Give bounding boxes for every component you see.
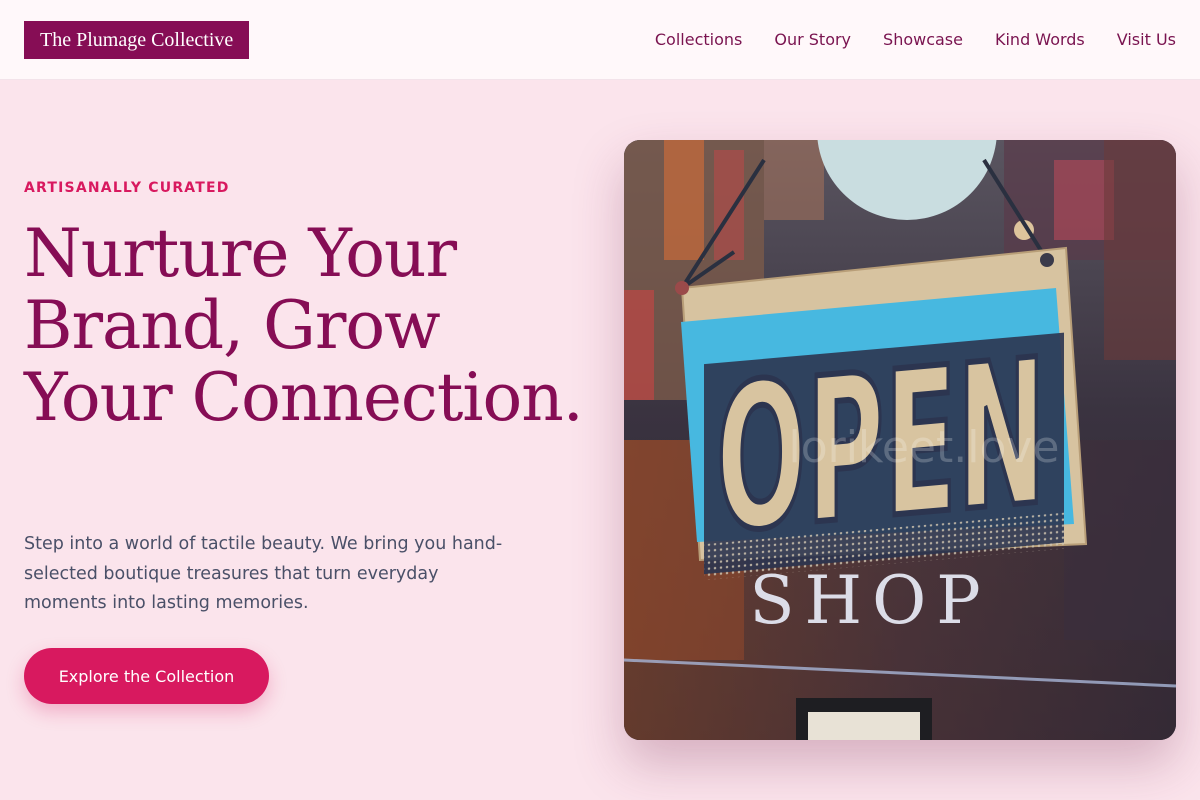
nav-link-our-story[interactable]: Our Story xyxy=(774,30,851,49)
site-header: The Plumage Collective Collections Our S… xyxy=(0,0,1200,80)
hero-eyebrow: ARTISANALLY CURATED xyxy=(24,180,230,196)
window-shop-text: SHOP xyxy=(749,562,990,639)
brand-logo[interactable]: The Plumage Collective xyxy=(24,20,250,59)
hero-image: OPEN lorikeet.love SHOP xyxy=(624,140,1176,740)
open-sign-photo: OPEN lorikeet.love SHOP xyxy=(624,140,1176,740)
hero-description: Step into a world of tactile beauty. We … xyxy=(24,534,503,613)
nav-link-kind-words[interactable]: Kind Words xyxy=(995,30,1085,49)
image-watermark: lorikeet.love xyxy=(788,422,1059,473)
explore-collection-button[interactable]: Explore the Collection xyxy=(24,648,269,704)
nav-link-collections[interactable]: Collections xyxy=(655,30,742,49)
nav-link-visit-us[interactable]: Visit Us xyxy=(1117,30,1176,49)
main-nav: Collections Our Story Showcase Kind Word… xyxy=(655,30,1176,49)
nav-link-showcase[interactable]: Showcase xyxy=(883,30,963,49)
hero-headline: Nurture Your Brand, Grow Your Connection… xyxy=(24,215,584,436)
